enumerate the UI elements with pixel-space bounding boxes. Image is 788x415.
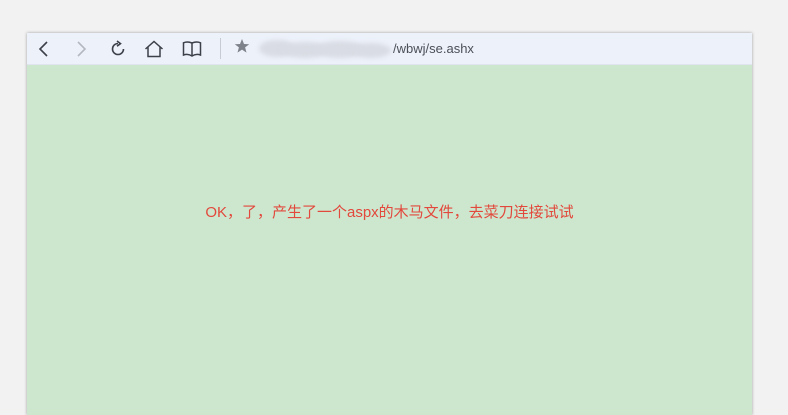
back-button[interactable]	[31, 36, 57, 62]
favorite-button[interactable]	[232, 38, 252, 58]
forward-button[interactable]	[68, 36, 94, 62]
redacted-host	[259, 39, 391, 59]
chevron-right-icon	[74, 40, 88, 58]
page-content: OK，了，产生了一个aspx的木马文件，去菜刀连接试试	[27, 65, 752, 415]
url-text[interactable]: /wbwj/se.ashx	[393, 41, 474, 56]
home-icon	[143, 39, 165, 59]
browser-toolbar: /wbwj/se.ashx	[27, 33, 752, 65]
book-icon	[181, 40, 203, 58]
chevron-left-icon	[37, 40, 51, 58]
refresh-button[interactable]	[105, 36, 131, 62]
refresh-icon	[108, 39, 128, 59]
address-bar[interactable]: /wbwj/se.ashx	[259, 37, 719, 60]
reading-view-button[interactable]	[179, 36, 205, 62]
home-button[interactable]	[141, 36, 167, 62]
toolbar-separator	[220, 38, 221, 59]
browser-window: /wbwj/se.ashx OK，了，产生了一个aspx的木马文件，去菜刀连接试…	[27, 33, 752, 415]
result-message: OK，了，产生了一个aspx的木马文件，去菜刀连接试试	[205, 204, 574, 221]
star-icon	[234, 38, 250, 58]
